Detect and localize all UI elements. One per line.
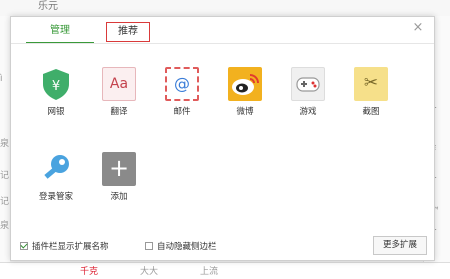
extension-label: 邮件	[173, 107, 191, 117]
extension-label: 微博	[236, 107, 254, 117]
weibo-icon	[228, 67, 262, 101]
background-left-fragment: ì	[0, 74, 3, 84]
background-bottom-fragment: 大大	[140, 267, 159, 277]
extension-label: 添加	[110, 192, 128, 202]
show-ext-name-label: 插件栏显示扩展名称	[32, 242, 109, 252]
background-top-text: 乐元	[38, 1, 58, 12]
mail-icon: @	[165, 67, 199, 101]
translate-icon: Aa	[102, 67, 136, 101]
extension-label: 翻译	[110, 107, 128, 117]
add-icon: +	[102, 152, 136, 186]
background-top-bar: 乐元	[0, 0, 450, 17]
extension-mail[interactable]: @ 邮件	[158, 67, 206, 117]
tab-recommend[interactable]: 推荐	[106, 22, 150, 42]
background-bottom-fragment: 千克	[80, 267, 99, 277]
extension-manager-dialog: × 管理 推荐 ¥ 网银 Aa 翻译 @ 邮件 微博 游戏 ✂ 截图 登录管家 …	[10, 16, 435, 261]
extension-label: 截图	[362, 107, 380, 117]
background-bottom-fragment: 上流	[200, 267, 219, 277]
screenshot-icon: ✂	[354, 67, 388, 101]
extension-bank[interactable]: ¥ 网银	[32, 67, 80, 117]
background-left-fragment: 泉	[0, 139, 10, 149]
extension-login-manager[interactable]: 登录管家	[32, 152, 80, 202]
background-left-fragment: 泉	[0, 221, 10, 231]
extension-weibo[interactable]: 微博	[221, 67, 269, 117]
background-left-fragment: 记	[0, 171, 10, 181]
tab-divider	[11, 43, 434, 44]
svg-text:¥: ¥	[52, 79, 60, 94]
background-left-column: ì 泉 记 记 泉	[0, 16, 10, 278]
background-left-fragment: 记	[0, 197, 10, 207]
add-extension-button[interactable]: + 添加	[95, 152, 143, 202]
extension-label: 游戏	[299, 107, 317, 117]
close-button[interactable]: ×	[411, 21, 425, 35]
auto-hide-label: 自动隐藏侧边栏	[157, 242, 217, 252]
extension-label: 网银	[47, 107, 65, 117]
extension-games[interactable]: 游戏	[284, 67, 332, 117]
key-icon	[39, 152, 73, 186]
checkbox-checked-icon	[20, 242, 28, 250]
gamepad-icon	[291, 67, 325, 101]
show-ext-name-checkbox[interactable]: 插件栏显示扩展名称	[20, 240, 109, 252]
extension-label: 登录管家	[38, 192, 73, 202]
shield-icon: ¥	[39, 67, 73, 101]
tab-manage[interactable]: 管理	[26, 20, 94, 44]
checkbox-unchecked-icon	[145, 242, 153, 250]
close-icon: ×	[412, 20, 424, 35]
auto-hide-sidebar-checkbox[interactable]: 自动隐藏侧边栏	[145, 240, 217, 252]
background-bottom-bar: 千克 大大 上流	[0, 262, 450, 279]
more-extensions-button[interactable]: 更多扩展	[373, 236, 427, 255]
extension-screenshot[interactable]: ✂ 截图	[347, 67, 395, 117]
extension-translate[interactable]: Aa 翻译	[95, 67, 143, 117]
